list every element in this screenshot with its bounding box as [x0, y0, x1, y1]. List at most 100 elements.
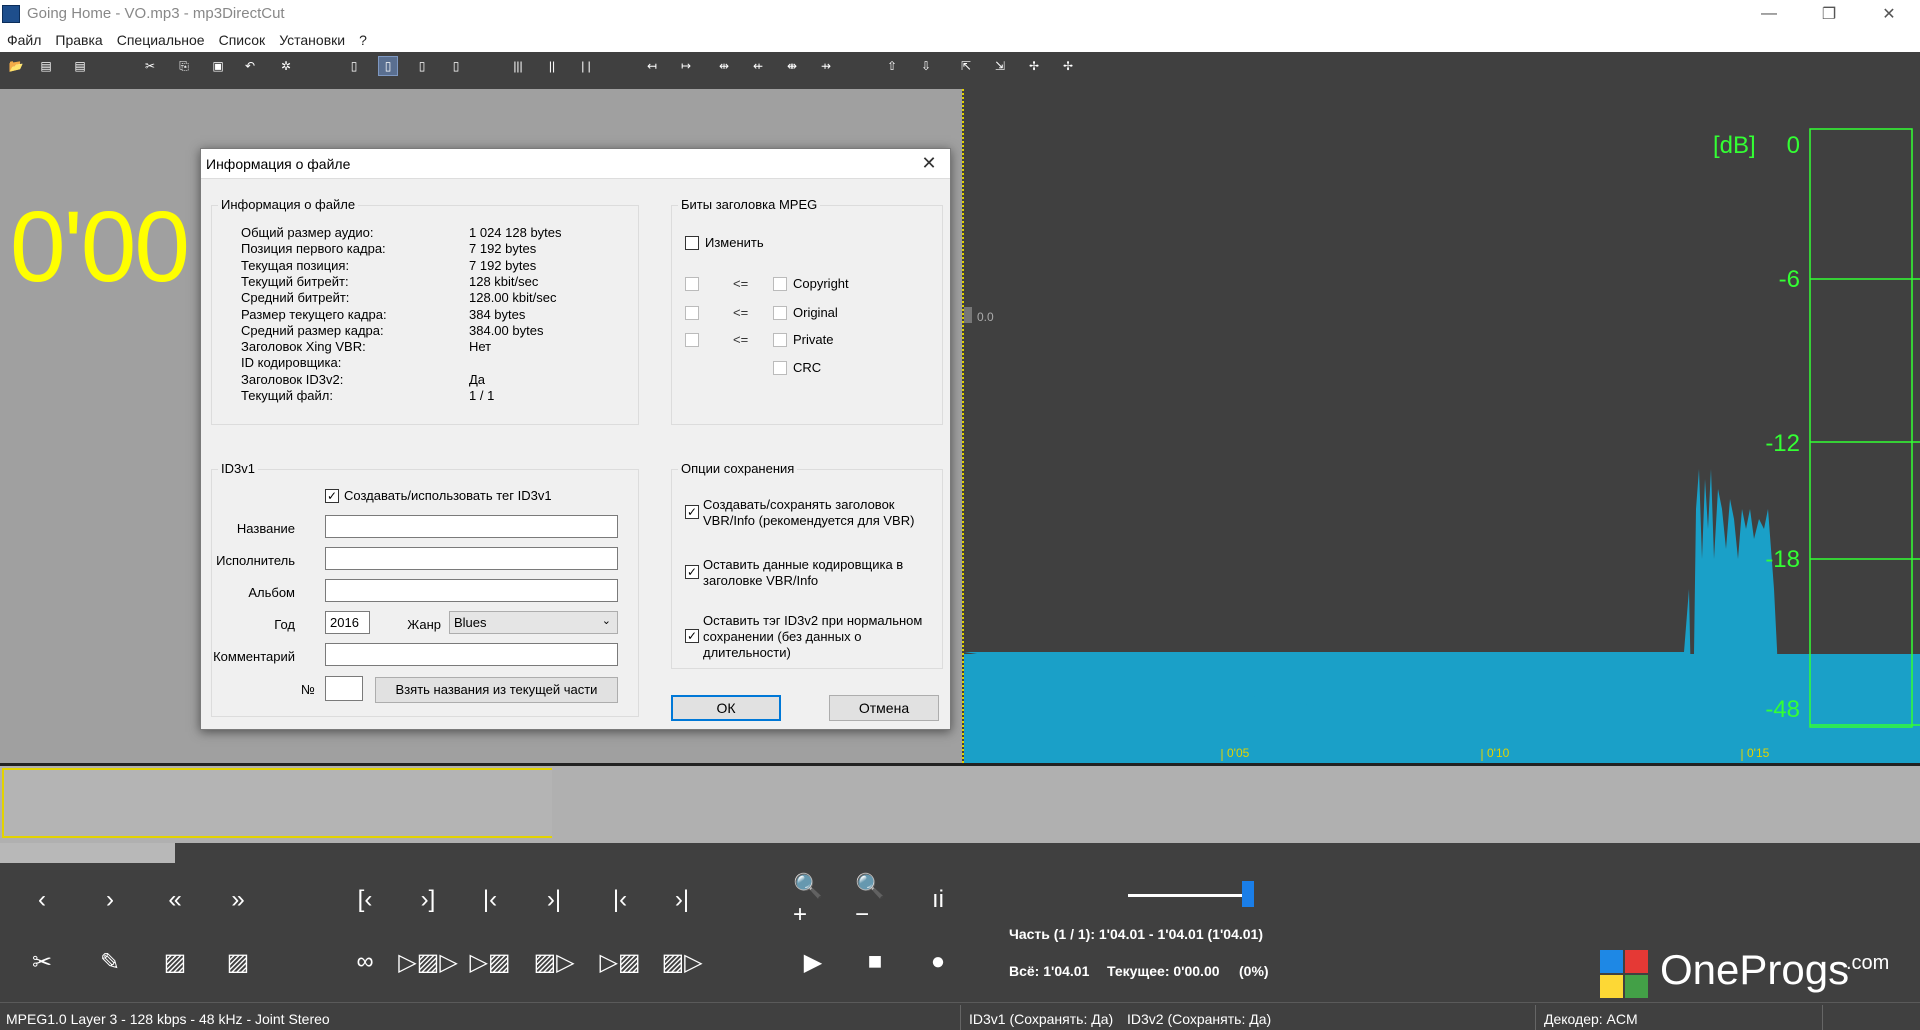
zoom-out-icon[interactable]: 🔍−	[855, 873, 895, 928]
encoder-data-checkbox[interactable]: ✓	[685, 565, 699, 579]
file-info-dialog: Информация о файле ✕ Информация о файле …	[200, 148, 951, 730]
rewind-icon[interactable]: «	[155, 880, 195, 920]
genre-select[interactable]: Blues ⌄	[449, 611, 618, 634]
barcode-icon[interactable]: |||	[508, 56, 528, 76]
year-label: Год	[274, 617, 295, 632]
save-split-icon[interactable]: ▤	[70, 56, 90, 76]
title-label: Название	[236, 521, 295, 536]
play-icon[interactable]: ▶	[793, 942, 833, 982]
doc-icon[interactable]: ▯	[344, 56, 364, 76]
split-both-icon[interactable]: ⇼	[782, 56, 802, 76]
prev-icon[interactable]: ‹	[22, 880, 62, 920]
title-input[interactable]	[325, 515, 618, 538]
settings-icon[interactable]: ✲	[276, 56, 296, 76]
crossfade-icon[interactable]: ✢	[1024, 56, 1044, 76]
keep-id3v2-checkbox[interactable]: ✓	[685, 629, 699, 643]
keep-id3v2-label: Оставить тэг ID3v2 при нормальном сохран…	[703, 613, 923, 660]
to-end-icon[interactable]: ›|	[662, 880, 702, 920]
dialog-close-button[interactable]: ✕	[917, 153, 941, 175]
doc-edit-icon[interactable]: ▯	[412, 56, 432, 76]
volume-slider-thumb[interactable]	[1242, 881, 1254, 907]
doc-info-icon[interactable]: ▯	[378, 56, 398, 76]
menu-settings[interactable]: Установки	[272, 28, 352, 52]
info-value: 1 024 128 bytes	[469, 225, 562, 240]
level-down-icon[interactable]: ⇩	[916, 56, 936, 76]
menu-edit[interactable]: Правка	[48, 28, 109, 52]
info-icon[interactable]: ıi	[918, 880, 958, 920]
to-start-icon[interactable]: |‹	[600, 880, 640, 920]
horizontal-scrollbar-thumb[interactable]	[0, 843, 175, 863]
fade-in-icon[interactable]: ⇱	[956, 56, 976, 76]
level-up-icon[interactable]: ⇧	[882, 56, 902, 76]
status-format: MPEG1.0 Layer 3 - 128 kbps - 48 kHz - Jo…	[6, 1011, 330, 1027]
status-id3v2: ID3v2 (Сохранять: Да)	[1127, 1011, 1272, 1027]
hatch-icon[interactable]: ▨	[155, 942, 195, 982]
play-selection-icon[interactable]: ▷▨▷	[398, 942, 458, 982]
paste-icon[interactable]: ▣	[208, 56, 228, 76]
use-id3v1-checkbox[interactable]: ✓	[325, 489, 339, 503]
marker-left-icon[interactable]: ↤	[642, 56, 662, 76]
fade-out-icon[interactable]: ⇲	[990, 56, 1010, 76]
split-icon[interactable]: ⇹	[714, 56, 734, 76]
doc-tag-icon[interactable]: ▯	[446, 56, 466, 76]
private-checkbox[interactable]	[773, 333, 787, 347]
album-input[interactable]	[325, 579, 618, 602]
cut-icon[interactable]: ✂	[140, 56, 160, 76]
record-icon[interactable]: ●	[918, 942, 958, 982]
close-window-button[interactable]: ✕	[1866, 0, 1912, 28]
zoom-in-icon[interactable]: 🔍+	[793, 873, 833, 928]
undo-icon[interactable]: ↶	[240, 56, 260, 76]
hatch-all-icon[interactable]: ▨	[218, 942, 258, 982]
split-left-icon[interactable]: ⇷	[748, 56, 768, 76]
cancel-button[interactable]: Отмена	[829, 695, 939, 721]
jump-end-icon[interactable]: ›|	[534, 880, 574, 920]
artist-input[interactable]	[325, 547, 618, 570]
pause-bars-icon[interactable]: | |	[576, 56, 596, 76]
jump-begin-icon[interactable]: |‹	[470, 880, 510, 920]
loop-icon[interactable]: ∞	[345, 942, 385, 982]
total-time: Всё: 1'04.01	[1009, 963, 1090, 979]
play-after-icon[interactable]: ▨▷	[661, 942, 702, 982]
vbr-header-checkbox[interactable]: ✓	[685, 505, 699, 519]
bit-private-checkbox[interactable]	[685, 333, 699, 347]
stop-icon[interactable]: ■	[855, 942, 895, 982]
menu-list[interactable]: Список	[212, 28, 273, 52]
original-checkbox[interactable]	[773, 306, 787, 320]
normalize-icon[interactable]: ✢	[1058, 56, 1078, 76]
split-right-icon[interactable]: ⇸	[816, 56, 836, 76]
save-icon[interactable]: ▤	[36, 56, 56, 76]
forward-icon[interactable]: »	[218, 880, 258, 920]
play-end-icon[interactable]: ▷▨	[599, 942, 640, 982]
status-decoder: Декодер: ACM	[1544, 1011, 1638, 1027]
pencil-icon[interactable]: ✎	[90, 942, 130, 982]
take-names-button[interactable]: Взять названия из текущей части	[375, 677, 618, 703]
track-input[interactable]	[325, 676, 363, 701]
play-from-icon[interactable]: ▨▷	[533, 942, 574, 982]
menu-file[interactable]: Файл	[0, 28, 48, 52]
title-bar: Going Home - VO.mp3 - mp3DirectCut — ❐ ✕	[0, 0, 1920, 28]
track-label: №	[301, 682, 315, 697]
bars-icon[interactable]: ||	[542, 56, 562, 76]
select-begin-icon[interactable]: [‹	[345, 880, 385, 920]
marker-right-icon[interactable]: ↦	[676, 56, 696, 76]
copyright-checkbox[interactable]	[773, 277, 787, 291]
scissors-icon[interactable]: ✂	[22, 942, 62, 982]
bit-original-checkbox[interactable]	[685, 306, 699, 320]
copy-icon[interactable]: ⎘	[174, 56, 194, 76]
volume-slider-track[interactable]	[1128, 894, 1250, 897]
restore-button[interactable]: ❐	[1806, 0, 1852, 28]
select-end-icon[interactable]: ›]	[408, 880, 448, 920]
crc-checkbox[interactable]	[773, 361, 787, 375]
overview-selection[interactable]	[2, 768, 552, 838]
bit-copyright-checkbox[interactable]	[685, 277, 699, 291]
comment-input[interactable]	[325, 643, 618, 666]
change-checkbox[interactable]	[685, 236, 699, 250]
minimize-button[interactable]: —	[1746, 0, 1792, 28]
play-to-icon[interactable]: ▷▨	[469, 942, 510, 982]
menu-help[interactable]: ?	[352, 28, 374, 52]
open-icon[interactable]: 📂	[6, 56, 26, 76]
next-icon[interactable]: ›	[90, 880, 130, 920]
crc-label: CRC	[793, 360, 822, 375]
ok-button[interactable]: ОК	[671, 695, 781, 721]
menu-special[interactable]: Специальное	[110, 28, 212, 52]
